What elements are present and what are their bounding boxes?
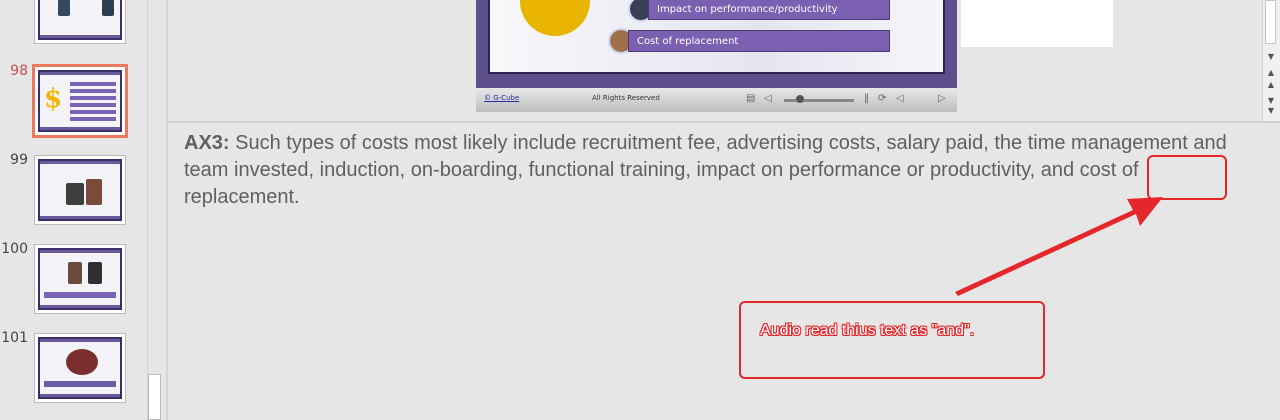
- callout-text: Audio read thius text as "and".: [760, 322, 975, 339]
- dollar-coin-icon: [520, 0, 590, 36]
- player-bar: © G-Cube All Rights Reserved ▤ ◁ ‖ ⟳ ◁ ▷: [476, 88, 957, 112]
- thumbnail-number: 101: [1, 330, 28, 346]
- thumbnail-number: 99: [10, 152, 28, 168]
- notes-icon[interactable]: ▤: [746, 93, 755, 104]
- thumbnail-number: 100: [1, 241, 28, 257]
- copyright-link[interactable]: © G-Cube: [484, 94, 519, 102]
- scroll-down-icon[interactable]: ▼: [1264, 96, 1278, 105]
- notes-label: AX3:: [184, 132, 230, 154]
- player-volume-icon[interactable]: ◁: [764, 93, 772, 104]
- slide-scrollbar-thumb[interactable]: [1265, 0, 1276, 44]
- volume-slider[interactable]: [784, 99, 854, 102]
- notes-divider[interactable]: [168, 121, 1280, 123]
- callout-box: [739, 301, 1045, 379]
- thumbnail-scrollbar-thumb[interactable]: [148, 374, 161, 420]
- dollar-coin-icon: $: [44, 84, 63, 114]
- rights-text: All Rights Reserved: [592, 94, 660, 102]
- blank-area: [961, 0, 1113, 47]
- scroll-down-icon[interactable]: ▼: [1264, 106, 1278, 115]
- slide-thumbnail-pane: 98 $ 99 100 101: [0, 0, 147, 420]
- slide-thumbnail-99[interactable]: [34, 155, 126, 225]
- slide-item: Cost of replacement: [628, 30, 890, 52]
- volume-slider-knob[interactable]: [796, 95, 804, 103]
- slide-content: Impact on performance/productivity Cost …: [488, 0, 945, 74]
- player-pause-icon[interactable]: ‖: [864, 93, 869, 104]
- slide-item: Impact on performance/productivity: [648, 0, 890, 20]
- slide-preview[interactable]: Impact on performance/productivity Cost …: [476, 0, 957, 112]
- highlight-box: [1147, 155, 1227, 200]
- scroll-up-icon[interactable]: ▲: [1264, 80, 1278, 89]
- scroll-up-icon[interactable]: ▲: [1264, 68, 1278, 77]
- notes-text: Such types of costs most likely include …: [184, 132, 1227, 208]
- slide-thumbnail-97[interactable]: [34, 0, 126, 44]
- slide-thumbnail-98[interactable]: $: [32, 64, 128, 138]
- thumbnail-number: 98: [10, 63, 28, 79]
- prev-icon[interactable]: ◁: [896, 93, 904, 104]
- speaker-notes[interactable]: AX3: Such types of costs most likely inc…: [184, 130, 1244, 211]
- slide-thumbnail-100[interactable]: [34, 244, 126, 314]
- replay-icon[interactable]: ⟳: [878, 93, 886, 104]
- player-play-icon[interactable]: ▷: [938, 93, 946, 104]
- slide-thumbnail-101[interactable]: [34, 333, 126, 403]
- thumbnail-scrollbar[interactable]: [147, 0, 166, 420]
- scroll-down-icon[interactable]: ▼: [1264, 52, 1278, 61]
